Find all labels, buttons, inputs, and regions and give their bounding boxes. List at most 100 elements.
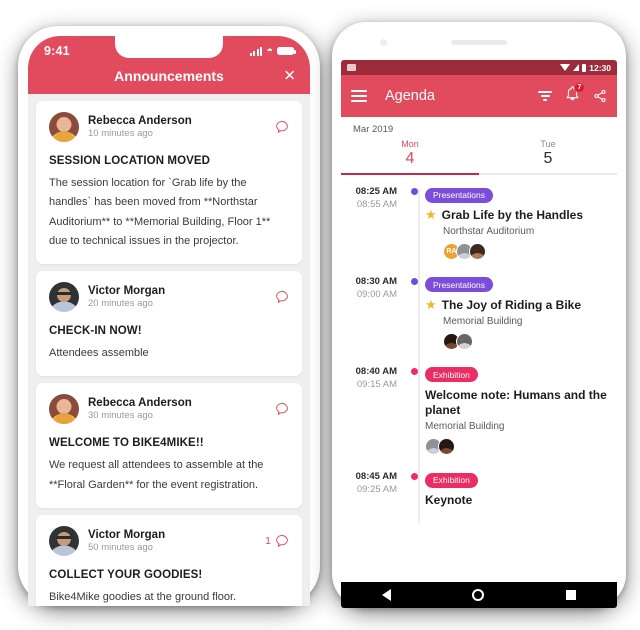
agenda-item-content: Presentations ★ Grab Life by the Handles…	[425, 184, 607, 260]
author-block: Rebecca Anderson 30 minutes ago	[88, 397, 192, 421]
date-tab-tue[interactable]: Tue 5	[479, 137, 617, 175]
category-chip[interactable]: Presentations	[425, 187, 493, 203]
hamburger-menu-icon[interactable]	[351, 90, 367, 102]
star-icon[interactable]: ★	[425, 297, 437, 312]
android-app-bar: Agenda 7	[341, 75, 617, 117]
timeline-dot-column	[403, 184, 425, 260]
comment-button[interactable]	[271, 402, 289, 416]
author-name: Victor Morgan	[88, 528, 166, 541]
category-chip[interactable]: Exhibition	[425, 367, 478, 383]
close-icon[interactable]: ✕	[283, 69, 296, 84]
timeline-dot	[410, 367, 418, 375]
author-name: Victor Morgan	[88, 285, 166, 297]
timeline-dot	[410, 277, 418, 285]
agenda-start-time: 08:40 AM	[355, 365, 397, 377]
agenda-item-content: Presentations ★ The Joy of Riding a Bike…	[425, 274, 607, 350]
category-chip[interactable]: Exhibition	[425, 472, 478, 488]
announcement-title: SESSION LOCATION MOVED	[49, 155, 211, 167]
agenda-start-time: 08:45 AM	[355, 471, 397, 483]
announcement-header: Victor Morgan 20 minutes ago	[49, 282, 289, 312]
attendee-avatar	[456, 332, 473, 350]
announcement-title: COLLECT YOUR GOODIES!	[49, 568, 203, 581]
ios-clock: 9:41	[44, 44, 70, 58]
star-icon[interactable]: ★	[425, 207, 437, 222]
page-title: Announcements	[114, 68, 224, 84]
announcement-header: Victor Morgan 50 minutes ago 1	[49, 525, 289, 556]
date-tab-num: 4	[405, 150, 415, 167]
iphone-screen: 9:41 ◓ Announcements ✕ Rebecca Anderson …	[28, 36, 310, 606]
avatar	[49, 394, 79, 425]
announcement-header: Rebecca Anderson 10 minutes ago	[49, 112, 289, 142]
wifi-icon	[559, 64, 570, 71]
agenda-title: Grab Life by the Handles	[441, 208, 584, 222]
agenda-time-block: 08:25 AM 08:55 AM	[341, 184, 403, 260]
screenshot-stage: 9:41 ◓ Announcements ✕ Rebecca Anderson …	[0, 0, 640, 630]
comment-button[interactable]: 1	[265, 534, 289, 548]
ios-status-indicators: ◓	[249, 44, 296, 57]
announcement-card[interactable]: Victor Morgan 50 minutes ago 1 COLLECT Y…	[36, 514, 302, 606]
comment-icon	[276, 534, 288, 547]
android-status-bar: 12:30	[341, 60, 617, 75]
android-screen: 12:30 Agenda 7 Mar 2019 Mon 4 Tue 5 08:2…	[341, 60, 617, 608]
front-camera	[380, 39, 387, 46]
android-clock: 12:30	[589, 62, 611, 73]
comment-button[interactable]	[271, 290, 289, 304]
iphone-notch	[115, 36, 223, 58]
iphone-device-frame: 9:41 ◓ Announcements ✕ Rebecca Anderson …	[18, 26, 320, 606]
avatar	[49, 282, 79, 312]
author-name: Rebecca Anderson	[88, 115, 192, 127]
agenda-end-time: 08:55 AM	[356, 199, 397, 210]
agenda-location: Northstar Auditorium	[443, 225, 535, 237]
ios-title-bar: Announcements ✕	[28, 60, 310, 92]
month-label: Mar 2019	[353, 124, 394, 135]
battery-icon	[581, 63, 587, 72]
app-title: Agenda	[385, 88, 435, 104]
agenda-title-row: Welcome note: Humans and the planet	[425, 388, 607, 420]
agenda-time-block: 08:30 AM 09:00 AM	[341, 274, 403, 350]
date-tabs: Mon 4 Tue 5	[341, 137, 617, 175]
status-left	[347, 64, 356, 71]
agenda-location: Memorial Building	[425, 421, 505, 433]
timestamp: 20 minutes ago	[88, 298, 153, 309]
agenda-item[interactable]: 08:45 AM 09:25 AM Exhibition Keynote	[341, 469, 617, 523]
android-nav-bar	[341, 582, 617, 608]
agenda-title: Keynote	[425, 493, 473, 508]
timeline-dot-column	[403, 364, 425, 456]
agenda-time-block: 08:40 AM 09:15 AM	[341, 364, 403, 456]
author-block: Rebecca Anderson 10 minutes ago	[88, 115, 192, 139]
comment-count: 1	[265, 534, 271, 547]
avatar	[49, 112, 79, 142]
agenda-item[interactable]: 08:40 AM 09:15 AM Exhibition Welcome not…	[341, 364, 617, 470]
agenda-time-block: 08:45 AM 09:25 AM	[341, 469, 403, 509]
wifi-icon: ◓	[266, 44, 273, 57]
filter-icon[interactable]	[538, 90, 552, 102]
back-icon[interactable]	[381, 589, 391, 601]
avatar	[49, 525, 79, 556]
agenda-item[interactable]: 08:25 AM 08:55 AM Presentations ★ Grab L…	[341, 184, 617, 274]
android-device-frame: 12:30 Agenda 7 Mar 2019 Mon 4 Tue 5 08:2…	[332, 22, 626, 608]
comment-button[interactable]	[271, 120, 289, 134]
home-icon[interactable]	[472, 589, 485, 601]
announcement-card[interactable]: Rebecca Anderson 10 minutes ago SESSION …	[36, 101, 302, 264]
agenda-item-content: Exhibition Welcome note: Humans and the …	[425, 364, 607, 456]
announcement-card[interactable]: Victor Morgan 20 minutes ago CHECK-IN NO…	[36, 271, 302, 377]
cellular-signal-icon	[572, 64, 579, 71]
cellular-signal-icon	[249, 46, 263, 56]
notification-badge: 7	[574, 82, 585, 93]
category-chip[interactable]: Presentations	[425, 277, 493, 293]
status-right: 12:30	[559, 62, 611, 73]
timestamp: 50 minutes ago	[88, 541, 153, 553]
announcement-body: Attendees assemble	[49, 347, 149, 359]
recents-icon[interactable]	[566, 590, 577, 600]
date-tab-mon[interactable]: Mon 4	[341, 137, 479, 175]
agenda-start-time: 08:30 AM	[355, 275, 397, 287]
agenda-item[interactable]: 08:30 AM 09:00 AM Presentations ★ The Jo…	[341, 274, 617, 364]
announcement-title: WELCOME TO BIKE4MIKE!!	[49, 437, 204, 450]
agenda-title-row: Keynote	[425, 493, 607, 509]
attendee-avatar	[469, 242, 486, 260]
announcements-feed[interactable]: Rebecca Anderson 10 minutes ago SESSION …	[28, 94, 310, 606]
notification-bell-button[interactable]: 7	[565, 82, 585, 106]
share-icon[interactable]	[593, 89, 607, 103]
agenda-timeline[interactable]: 08:25 AM 08:55 AM Presentations ★ Grab L…	[341, 175, 617, 524]
announcement-card[interactable]: Rebecca Anderson 30 minutes ago WELCOME …	[36, 383, 302, 508]
